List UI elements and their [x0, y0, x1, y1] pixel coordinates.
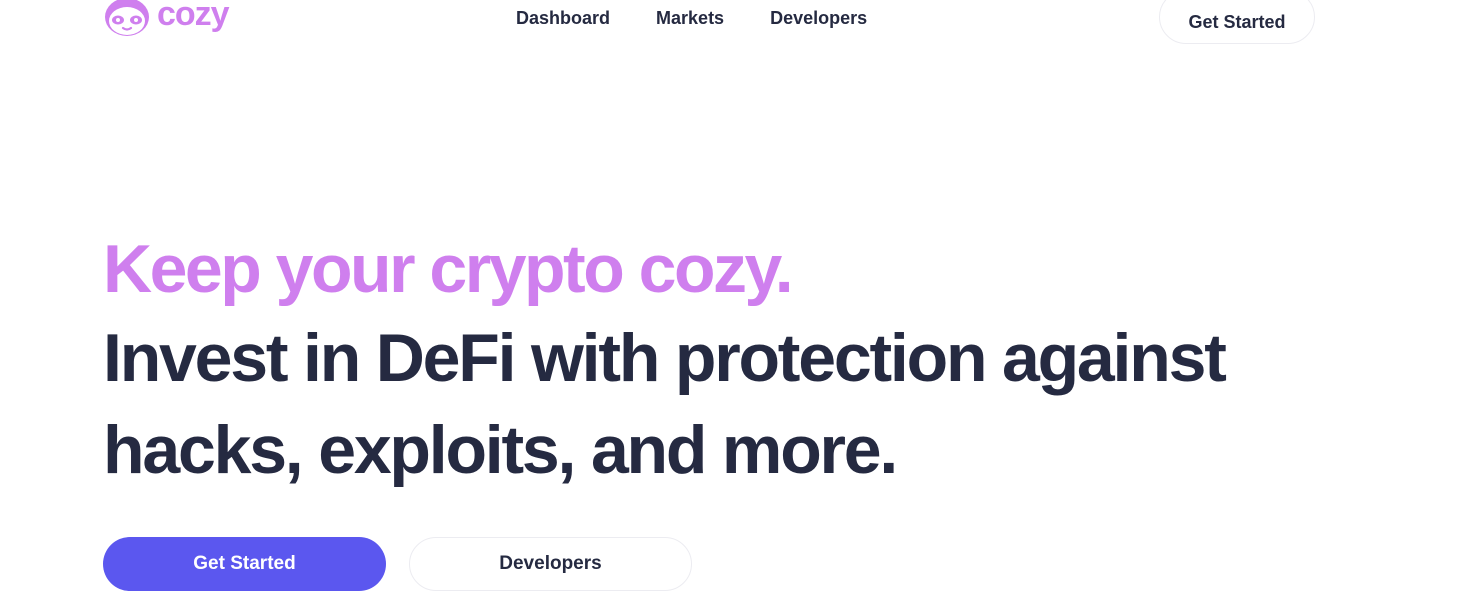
- nav-dashboard[interactable]: Dashboard: [516, 6, 610, 30]
- developers-button[interactable]: Developers: [409, 537, 692, 591]
- hero-headline: Invest in DeFi with protection against h…: [103, 312, 1403, 496]
- hero-actions: Get Started Developers: [103, 537, 692, 591]
- header-get-started-button[interactable]: Get Started: [1159, 0, 1315, 44]
- brand-name: cozy: [157, 0, 230, 33]
- hero-tagline: Keep your crypto cozy.: [103, 231, 794, 307]
- nav-markets[interactable]: Markets: [656, 6, 724, 30]
- hero: Keep your crypto cozy. Invest in DeFi wi…: [103, 226, 1403, 496]
- get-started-button[interactable]: Get Started: [103, 537, 386, 591]
- sloth-face-icon: [105, 0, 149, 36]
- hero-headline-line-1: Invest in DeFi with protection against: [103, 320, 1227, 396]
- hero-headline-line-2: hacks, exploits, and more.: [103, 412, 898, 488]
- nav-developers[interactable]: Developers: [770, 6, 867, 30]
- brand-logo[interactable]: cozy: [103, 0, 230, 38]
- main-nav: Dashboard Markets Developers: [516, 6, 867, 30]
